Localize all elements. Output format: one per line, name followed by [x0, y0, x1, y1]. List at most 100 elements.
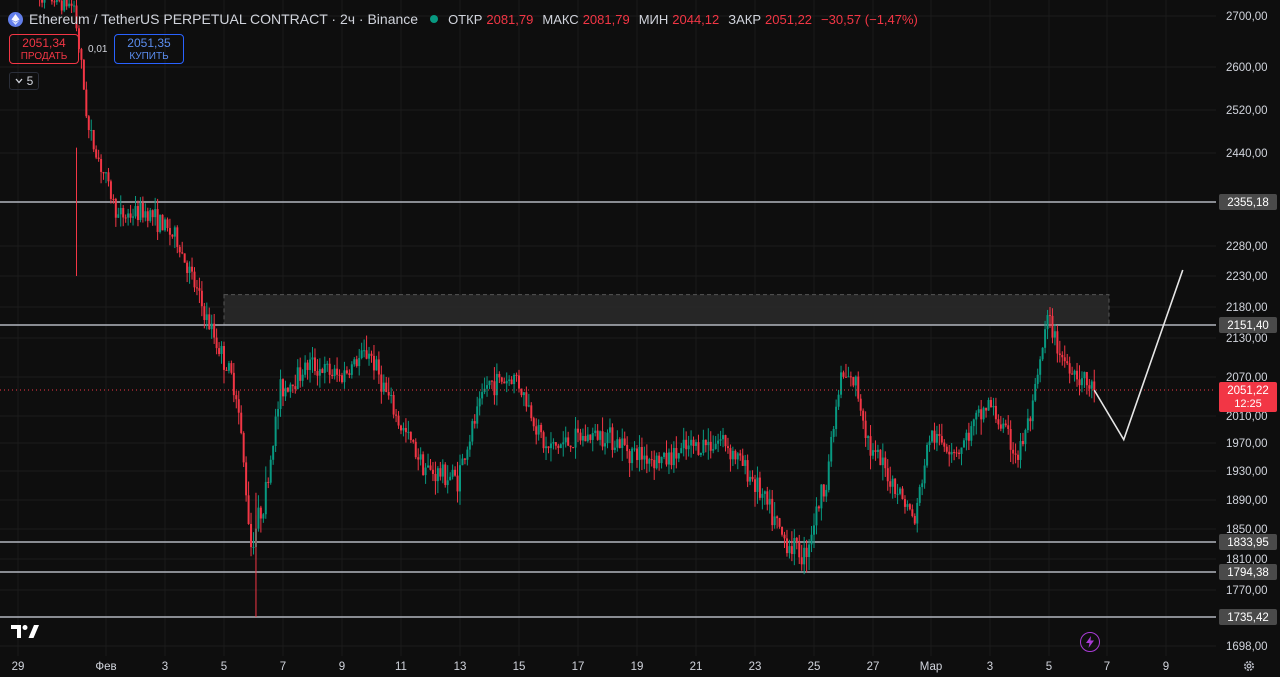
- buy-button[interactable]: 2051,35 КУПИТЬ: [114, 34, 184, 64]
- candle-down: [200, 290, 203, 307]
- candle-up: [326, 363, 329, 365]
- candle-up: [461, 458, 464, 466]
- sell-button[interactable]: 2051,34 ПРОДАТЬ: [9, 34, 79, 64]
- time-tick-label: 15: [513, 661, 526, 673]
- candle-up: [205, 314, 208, 320]
- candle-down: [884, 457, 887, 469]
- candle-up: [921, 483, 924, 488]
- current-price-label: 2051,22: [1227, 385, 1269, 397]
- candle-down: [758, 477, 761, 498]
- candle-up: [1039, 359, 1042, 375]
- tradingview-logo-icon[interactable]: [11, 624, 41, 640]
- candle-up: [436, 468, 439, 482]
- candle-up: [586, 434, 589, 442]
- candle-down: [572, 447, 575, 449]
- chart-header: Ethereum / TetherUS PERPETUAL CONTRACT ·…: [8, 9, 923, 29]
- gear-icon[interactable]: [1242, 659, 1256, 673]
- candle-up: [813, 525, 815, 535]
- candle-up: [881, 457, 884, 466]
- candle-down: [739, 453, 742, 456]
- candle-up: [950, 452, 953, 455]
- candle-down: [313, 357, 316, 372]
- candle-up: [631, 448, 634, 464]
- candle-down: [1093, 381, 1096, 390]
- candle-up: [508, 379, 511, 381]
- candle-down: [515, 374, 518, 376]
- candle-down: [92, 130, 95, 150]
- candle-down: [577, 428, 579, 433]
- candle-up: [1024, 430, 1027, 445]
- candle-down: [97, 157, 100, 159]
- candle-down: [746, 460, 749, 482]
- price-tick-label: 1770,00: [1226, 585, 1268, 597]
- candle-down: [1014, 453, 1017, 455]
- candle-down: [1085, 372, 1088, 386]
- candle-up: [972, 419, 975, 427]
- time-tick-label: 19: [631, 661, 644, 673]
- candle-down: [183, 253, 186, 263]
- candle-down: [741, 455, 744, 466]
- candle-down: [817, 506, 820, 509]
- candle-down: [751, 476, 754, 480]
- candle-down: [985, 407, 988, 411]
- candle-down: [198, 288, 201, 291]
- candle-up: [478, 398, 481, 407]
- candle-down: [697, 442, 700, 455]
- candle-down: [85, 89, 88, 117]
- symbol-title[interactable]: Ethereum / TetherUS PERPETUAL CONTRACT ·…: [29, 11, 418, 27]
- candle-down: [1051, 315, 1054, 338]
- candle-up: [840, 372, 843, 395]
- candle-down: [778, 518, 781, 527]
- candle-up: [803, 547, 806, 565]
- candle-down: [1068, 363, 1071, 374]
- candle-up: [459, 465, 461, 492]
- candle-up: [876, 449, 879, 452]
- candle-up: [468, 441, 471, 450]
- candle-down: [136, 206, 139, 221]
- candle-down: [387, 391, 390, 396]
- candle-down: [282, 379, 284, 397]
- level-price-label: 2151,40: [1227, 320, 1269, 332]
- candle-up: [127, 213, 130, 218]
- candle-down: [650, 459, 653, 461]
- candle-up: [660, 456, 663, 464]
- price-tick-label: 2520,00: [1226, 105, 1268, 117]
- resistance-zone[interactable]: [223, 294, 1110, 326]
- candle-up: [296, 367, 299, 390]
- candle-down: [665, 452, 668, 465]
- candle-down: [129, 213, 132, 218]
- candle-up: [899, 488, 902, 494]
- candle-down: [623, 438, 626, 445]
- candle-down: [230, 363, 233, 373]
- candle-up: [788, 546, 791, 554]
- time-tick-label: 3: [987, 661, 993, 673]
- candle-up: [763, 491, 766, 494]
- candle-down: [392, 395, 395, 415]
- candle-down: [675, 447, 678, 459]
- candle-up: [594, 430, 597, 434]
- price-chart[interactable]: 2700,00 2600,00 2520,00 2440,00 2280,00 2230,…: [0, 0, 1280, 677]
- candle-up: [471, 421, 474, 442]
- candle-down: [213, 323, 216, 338]
- candle-up: [481, 392, 484, 399]
- candle-up: [318, 369, 321, 376]
- candle-up: [43, 0, 46, 3]
- candle-down: [776, 516, 779, 519]
- candle-down: [653, 459, 656, 469]
- candle-down: [540, 424, 543, 433]
- candle-down: [1078, 379, 1081, 386]
- candle-up: [301, 374, 304, 381]
- candle-down: [640, 447, 643, 460]
- candle-down: [589, 434, 592, 440]
- lightning-icon[interactable]: [1080, 632, 1100, 652]
- candle-up: [682, 439, 685, 449]
- candle-up: [736, 453, 739, 460]
- candle-down: [857, 376, 860, 399]
- candle-down: [724, 435, 727, 447]
- indicators-toggle-button[interactable]: 5: [9, 72, 39, 90]
- candle-up: [262, 514, 265, 519]
- candle-down: [124, 217, 127, 219]
- candle-down: [122, 208, 125, 218]
- candle-up: [559, 444, 562, 449]
- candle-up: [793, 537, 796, 555]
